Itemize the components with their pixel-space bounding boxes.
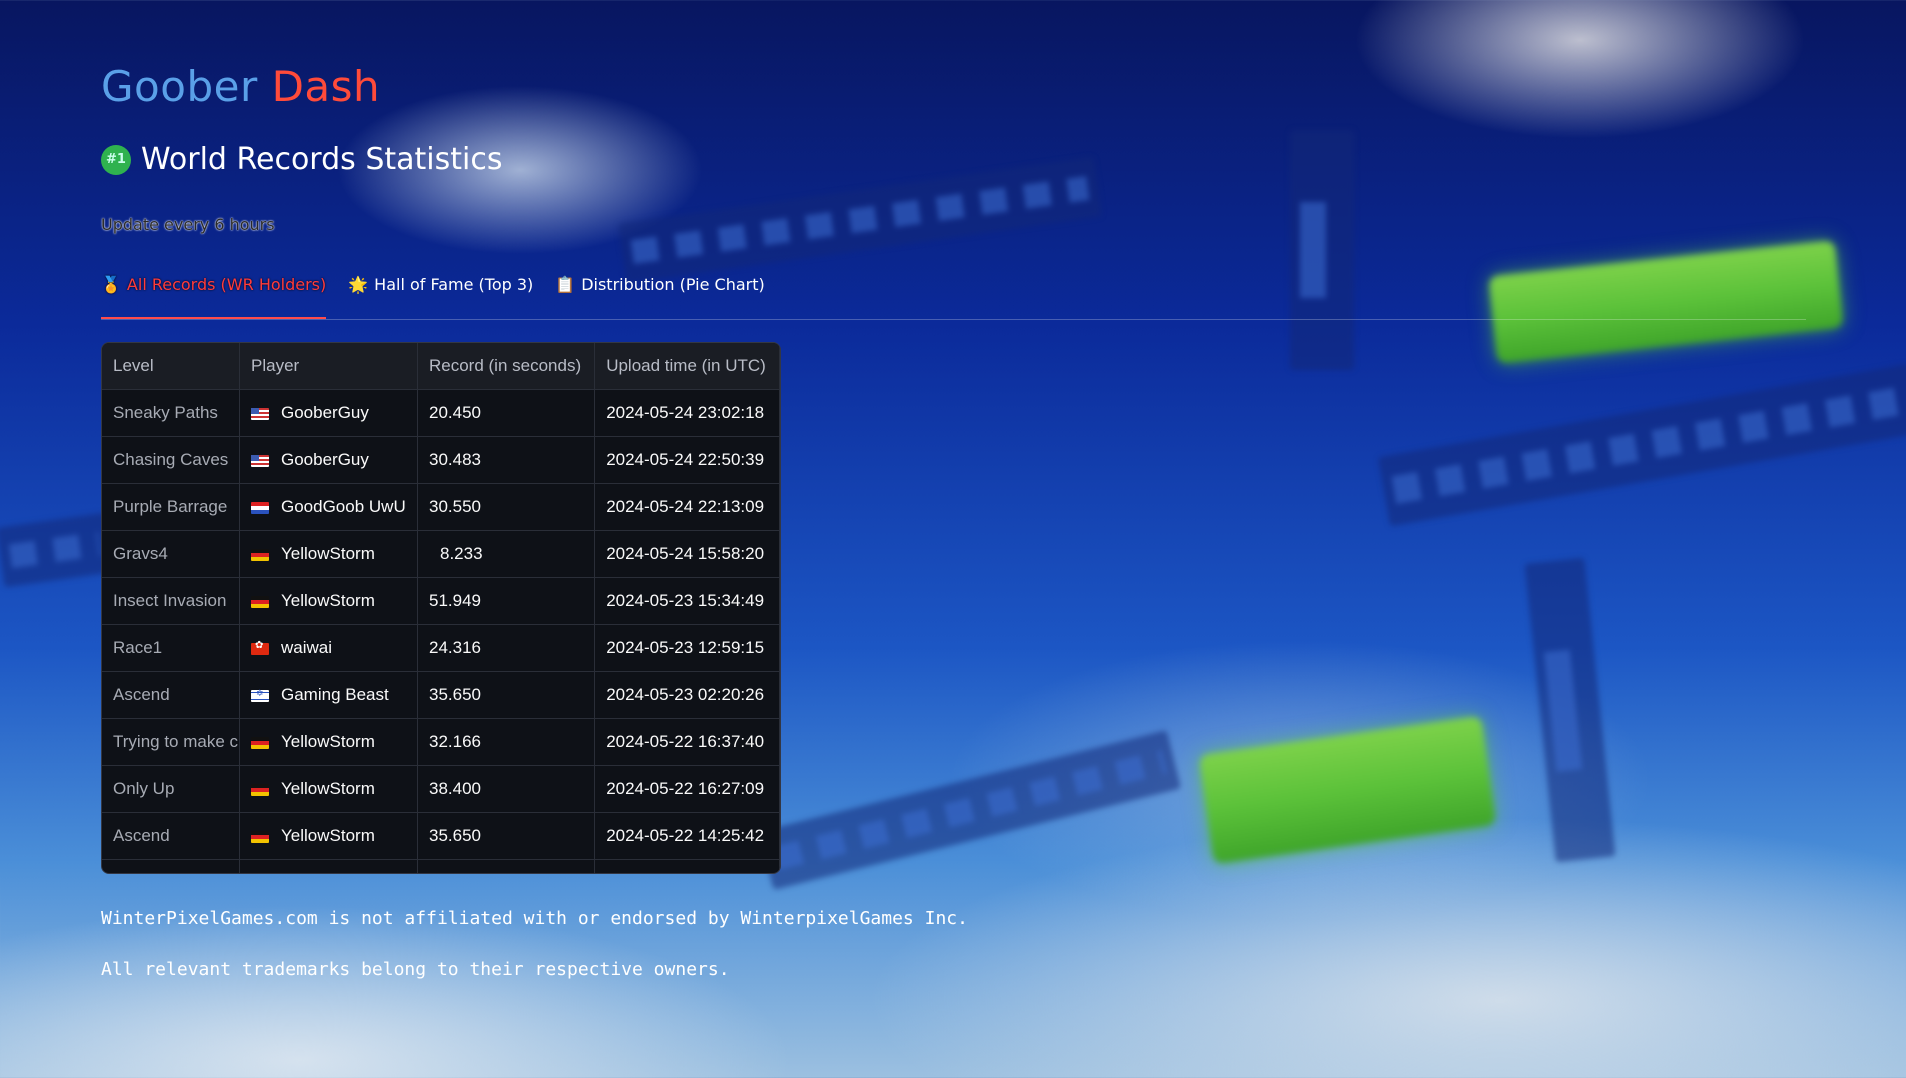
table-row[interactable]: Only Up YellowStorm 38.400 2024-05-22 16… — [102, 765, 780, 813]
column-header-player[interactable]: Player — [239, 343, 418, 390]
cell-level: Only Up — [102, 765, 240, 813]
records-table[interactable]: Level Player Record (in seconds) Upload … — [101, 342, 781, 874]
app-title: Goober Dash — [101, 62, 380, 111]
il-flag-icon — [251, 688, 269, 702]
player-name: YellowStorm — [281, 779, 375, 798]
us-flag-icon — [251, 454, 269, 467]
cell-record: 35.650 — [417, 671, 596, 719]
cell-level: Trying to make c — [102, 718, 240, 766]
cell-record: 51.949 — [417, 577, 596, 625]
footer-disclaimer: WinterPixelGames.com is not affiliated w… — [101, 908, 968, 929]
cell-player: GooberGuy — [239, 436, 418, 484]
cell-record: 24.316 — [417, 624, 596, 672]
nl-flag-icon — [251, 501, 269, 514]
cell-level: Chasing Caves — [102, 436, 240, 484]
cell-upload-time: 2024-05-24 22:13:09 — [594, 483, 780, 531]
cell-player: waiwai — [239, 624, 418, 672]
cell-level: Race1 — [102, 624, 240, 672]
player-name: GoodGoob UwU — [281, 497, 406, 516]
table-row[interactable]: Insect Invasion YellowStorm 51.949 2024-… — [102, 577, 780, 625]
table-row[interactable]: Trying to make c YellowStorm 32.166 2024… — [102, 718, 780, 766]
cell-record: 20.450 — [417, 389, 596, 437]
cell-player: YellowStorm — [239, 718, 418, 766]
column-header-level[interactable]: Level — [102, 343, 240, 390]
player-name: YellowStorm — [281, 826, 375, 845]
cell-level: Purple Barrage — [102, 483, 240, 531]
page-subtitle: #1 World Records Statistics — [101, 142, 502, 177]
cell-level: Ascend — [102, 812, 240, 860]
cell-player: YellowStorm — [239, 530, 418, 578]
de-flag-icon — [251, 595, 269, 608]
column-header-record[interactable]: Record (in seconds) — [417, 343, 596, 390]
table-row[interactable]: Chasing Caves GooberGuy 30.483 2024-05-2… — [102, 436, 780, 484]
title-goober: Goober — [101, 62, 258, 111]
tab-all-records[interactable]: 🏅 All Records (WR Holders) — [101, 275, 327, 319]
cell-player: Gaming Beast — [239, 671, 418, 719]
de-flag-icon — [251, 736, 269, 749]
cell-upload-time: 2024-05-24 22:50:39 — [594, 436, 780, 484]
cell-upload-time: 2024-05-24 23:02:18 — [594, 389, 780, 437]
table-row[interactable]: Sneaky Paths GooberGuy 20.450 2024-05-24… — [102, 389, 780, 437]
cell-record: 38.400 — [417, 765, 596, 813]
cell-upload-time: 2024-05-23 02:20:26 — [594, 671, 780, 719]
de-flag-icon — [251, 548, 269, 561]
table-row[interactable]: Ascend Gaming Beast 35.650 2024-05-23 02… — [102, 671, 780, 719]
player-name: YellowStorm — [281, 591, 375, 610]
hk-flag-icon — [251, 640, 269, 655]
footer-trademarks: All relevant trademarks belong to their … — [101, 959, 730, 980]
player-name: Gaming Beast — [281, 685, 389, 704]
cell-upload-time: 2024-05-24 15:58:20 — [594, 530, 780, 578]
table-row[interactable]: Race1 waiwai 24.316 2024-05-23 12:59:15 — [102, 624, 780, 672]
cell-player: GooberGuy — [239, 389, 418, 437]
cell-upload-time: 2024-05-22 16:37:40 — [594, 718, 780, 766]
cell-level: Sneaky Paths — [102, 389, 240, 437]
tab-label: All Records (WR Holders) — [126, 275, 327, 294]
cell-record: 35.650 — [417, 812, 596, 860]
cell-upload-time: 2024-05-23 12:59:15 — [594, 624, 780, 672]
cell-upload-time: 2024-05-22 16:27:09 — [594, 765, 780, 813]
table-header-row: Level Player Record (in seconds) Upload … — [102, 343, 780, 390]
player-name: YellowStorm — [281, 732, 375, 751]
cell-player: YellowStorm — [239, 765, 418, 813]
title-dash: Dash — [271, 62, 381, 111]
tab-hall-of-fame[interactable]: 🌟 Hall of Fame (Top 3) — [348, 275, 533, 319]
de-flag-icon — [251, 783, 269, 796]
table-row[interactable]: Ascend YellowStorm 35.650 2024-05-22 14:… — [102, 812, 780, 860]
tab-label: Hall of Fame (Top 3) — [374, 275, 534, 294]
de-flag-icon — [251, 830, 269, 843]
tab-label: Distribution (Pie Chart) — [581, 275, 765, 294]
us-flag-icon — [251, 407, 269, 420]
table-row-partial[interactable] — [102, 859, 780, 873]
subtitle-text: World Records Statistics — [141, 142, 503, 177]
cell-player: GoodGoob UwU — [239, 483, 418, 531]
cell-player: YellowStorm — [239, 577, 418, 625]
cell-level: Gravs4 — [102, 530, 240, 578]
number-one-icon: #1 — [101, 144, 131, 175]
player-name: GooberGuy — [281, 450, 369, 469]
star-icon: 🌟 — [348, 275, 369, 294]
tab-distribution[interactable]: 📋 Distribution (Pie Chart) — [555, 275, 764, 319]
cell-upload-time: 2024-05-23 15:34:49 — [594, 577, 780, 625]
column-header-upload-time[interactable]: Upload time (in UTC) — [594, 343, 780, 390]
clipboard-icon: 📋 — [555, 275, 576, 294]
player-name: waiwai — [281, 638, 333, 657]
player-name: GooberGuy — [281, 403, 369, 422]
cell-player: YellowStorm — [239, 812, 418, 860]
cell-record: 30.550 — [417, 483, 596, 531]
table-row[interactable]: Purple Barrage GoodGoob UwU 30.550 2024-… — [102, 483, 780, 531]
table-row[interactable]: Gravs4 YellowStorm 8.233 2024-05-24 15:5… — [102, 530, 780, 578]
update-note: Update every 6 hours — [101, 215, 275, 234]
cell-level: Ascend — [102, 671, 240, 719]
cell-upload-time: 2024-05-22 14:25:42 — [594, 812, 780, 860]
cell-record: 8.233 — [417, 530, 596, 578]
player-name: YellowStorm — [281, 544, 375, 563]
medal-icon: 🏅 — [101, 275, 121, 294]
cell-record: 30.483 — [417, 436, 596, 484]
tab-bar: 🏅 All Records (WR Holders) 🌟 Hall of Fam… — [101, 275, 1806, 320]
cell-level: Insect Invasion — [102, 577, 240, 625]
cell-record: 32.166 — [417, 718, 596, 766]
